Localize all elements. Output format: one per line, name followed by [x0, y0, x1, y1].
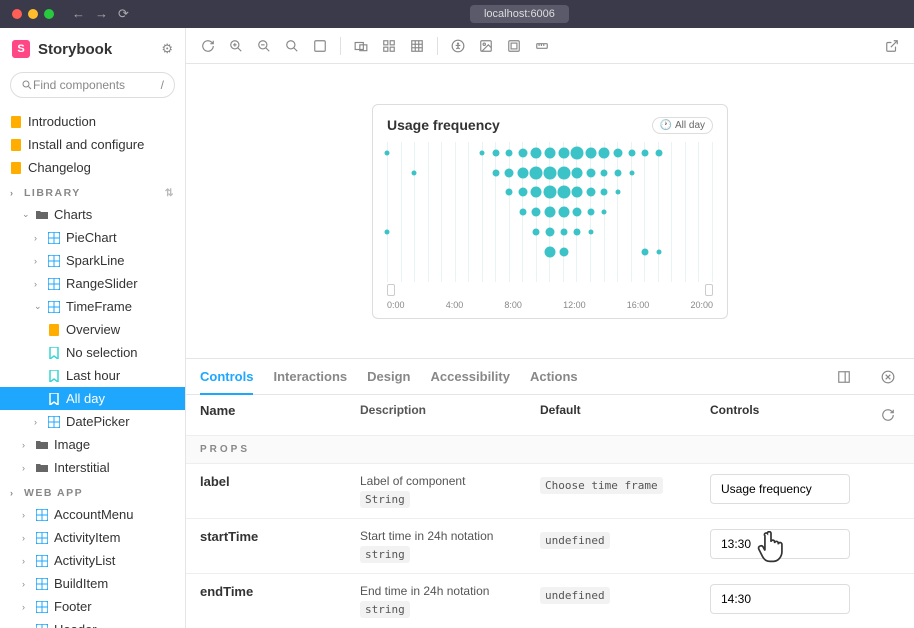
measure-icon[interactable]: [530, 34, 554, 58]
tab-design[interactable]: Design: [367, 360, 410, 393]
prop-default: Choose time frame: [540, 474, 710, 494]
timeframe-badge[interactable]: 🕐All day: [652, 117, 713, 134]
slider-handle-start[interactable]: [387, 284, 395, 296]
sidebar-story-overview[interactable]: Overview: [0, 318, 185, 341]
back-icon[interactable]: ←: [72, 6, 85, 22]
table-row: endTimeEnd time in 24h notationstringund…: [186, 574, 914, 628]
accessibility-icon[interactable]: [446, 34, 470, 58]
controls-table: Name Description Default Controls PROPS …: [186, 395, 914, 628]
search-icon: [21, 79, 33, 91]
section-webapp[interactable]: ›WEB APP: [0, 479, 185, 503]
sidebar-item-datepicker[interactable]: ›DatePicker: [0, 410, 185, 433]
zoom-out-icon[interactable]: [252, 34, 276, 58]
sidebar-story-lasthour[interactable]: Last hour: [0, 364, 185, 387]
prop-desc: End time in 24h notationstring: [360, 584, 540, 618]
background-icon[interactable]: [308, 34, 332, 58]
panel-orientation-icon[interactable]: [832, 365, 856, 389]
sidebar-item-activitylist[interactable]: ›ActivityList: [0, 549, 185, 572]
sidebar-item-install[interactable]: Install and configure: [0, 133, 185, 156]
maximize-window-icon[interactable]: [44, 9, 54, 19]
sidebar-item-activityitem[interactable]: ›ActivityItem: [0, 526, 185, 549]
tab-controls[interactable]: Controls: [200, 360, 253, 395]
sidebar-item-rangeslider[interactable]: ›RangeSlider: [0, 272, 185, 295]
prop-control-input[interactable]: [710, 529, 850, 559]
main-panel: Usage frequency 🕐All day 0:004:008:0012:…: [186, 28, 914, 628]
prop-name: label: [200, 474, 360, 489]
sync-icon[interactable]: [196, 34, 220, 58]
section-library[interactable]: ›LIBRARY⇅: [0, 179, 185, 203]
reload-icon[interactable]: ⟳: [118, 6, 129, 22]
reset-controls-icon[interactable]: [876, 403, 900, 427]
tab-interactions[interactable]: Interactions: [273, 360, 347, 393]
search-input[interactable]: Find components /: [10, 72, 175, 98]
sidebar-item-changelog[interactable]: Changelog: [0, 156, 185, 179]
zoom-reset-icon[interactable]: [280, 34, 304, 58]
toolbar: [186, 28, 914, 64]
collapse-icon[interactable]: ⇅: [165, 187, 175, 199]
grid-dense-icon[interactable]: [405, 34, 429, 58]
table-row: labelLabel of componentStringChoose time…: [186, 464, 914, 519]
prop-name: endTime: [200, 584, 360, 599]
gear-icon[interactable]: ⚙: [161, 41, 173, 57]
close-panel-icon[interactable]: [876, 365, 900, 389]
slider-handle-end[interactable]: [705, 284, 713, 296]
addons-panel: Controls Interactions Design Accessibili…: [186, 358, 914, 628]
traffic-lights: [12, 9, 54, 19]
storybook-logo-icon: S: [12, 40, 30, 58]
prop-name: startTime: [200, 529, 360, 544]
image-icon[interactable]: [474, 34, 498, 58]
preview-canvas: Usage frequency 🕐All day 0:004:008:0012:…: [186, 64, 914, 358]
app-title: Storybook: [38, 41, 153, 58]
url-bar[interactable]: localhost:6006: [470, 5, 569, 23]
sidebar-item-builditem[interactable]: ›BuildItem: [0, 572, 185, 595]
sidebar-story-noselection[interactable]: No selection: [0, 341, 185, 364]
sidebar-item-image[interactable]: ›Image: [0, 433, 185, 456]
sidebar-story-allday[interactable]: All day: [0, 387, 185, 410]
range-slider[interactable]: [387, 286, 713, 296]
prop-desc: Start time in 24h notationstring: [360, 529, 540, 563]
outline-icon[interactable]: [502, 34, 526, 58]
prop-control-input[interactable]: [710, 474, 850, 504]
close-window-icon[interactable]: [12, 9, 22, 19]
clock-icon: 🕐: [660, 120, 672, 131]
open-external-icon[interactable]: [880, 34, 904, 58]
component-title: Usage frequency: [387, 117, 652, 133]
browser-chrome: ← → ⟳ localhost:6006: [0, 0, 914, 28]
table-row: startTimeStart time in 24h notationstrin…: [186, 519, 914, 574]
sidebar-item-interstitial[interactable]: ›Interstitial: [0, 456, 185, 479]
sidebar: S Storybook ⚙ Find components / Introduc…: [0, 28, 186, 628]
sidebar-item-accountmenu[interactable]: ›AccountMenu: [0, 503, 185, 526]
search-shortcut: /: [161, 78, 164, 92]
bubble-chart: [387, 142, 713, 282]
prop-default: undefined: [540, 529, 710, 549]
addon-tabs: Controls Interactions Design Accessibili…: [186, 359, 914, 395]
grid-icon[interactable]: [377, 34, 401, 58]
zoom-in-icon[interactable]: [224, 34, 248, 58]
sidebar-item-piechart[interactable]: ›PieChart: [0, 226, 185, 249]
forward-icon[interactable]: →: [95, 6, 108, 22]
table-header: Name Description Default Controls: [186, 395, 914, 436]
props-section-header: PROPS: [186, 436, 914, 464]
tab-accessibility[interactable]: Accessibility: [430, 360, 510, 393]
sidebar-item-charts[interactable]: ⌄Charts: [0, 203, 185, 226]
prop-default: undefined: [540, 584, 710, 604]
tab-actions[interactable]: Actions: [530, 360, 578, 393]
prop-desc: Label of componentString: [360, 474, 540, 508]
sidebar-item-timeframe[interactable]: ⌄TimeFrame: [0, 295, 185, 318]
viewport-icon[interactable]: [349, 34, 373, 58]
prop-control-input[interactable]: [710, 584, 850, 614]
timeframe-component: Usage frequency 🕐All day 0:004:008:0012:…: [372, 104, 728, 319]
nav-arrows: ← → ⟳: [72, 6, 129, 22]
x-axis-labels: 0:004:008:0012:0016:0020:00: [387, 300, 713, 310]
sidebar-item-footer[interactable]: ›Footer: [0, 595, 185, 618]
sidebar-item-sparkline[interactable]: ›SparkLine: [0, 249, 185, 272]
sidebar-item-header[interactable]: ›Header: [0, 618, 185, 628]
minimize-window-icon[interactable]: [28, 9, 38, 19]
sidebar-item-introduction[interactable]: Introduction: [0, 110, 185, 133]
search-placeholder: Find components: [33, 78, 161, 92]
